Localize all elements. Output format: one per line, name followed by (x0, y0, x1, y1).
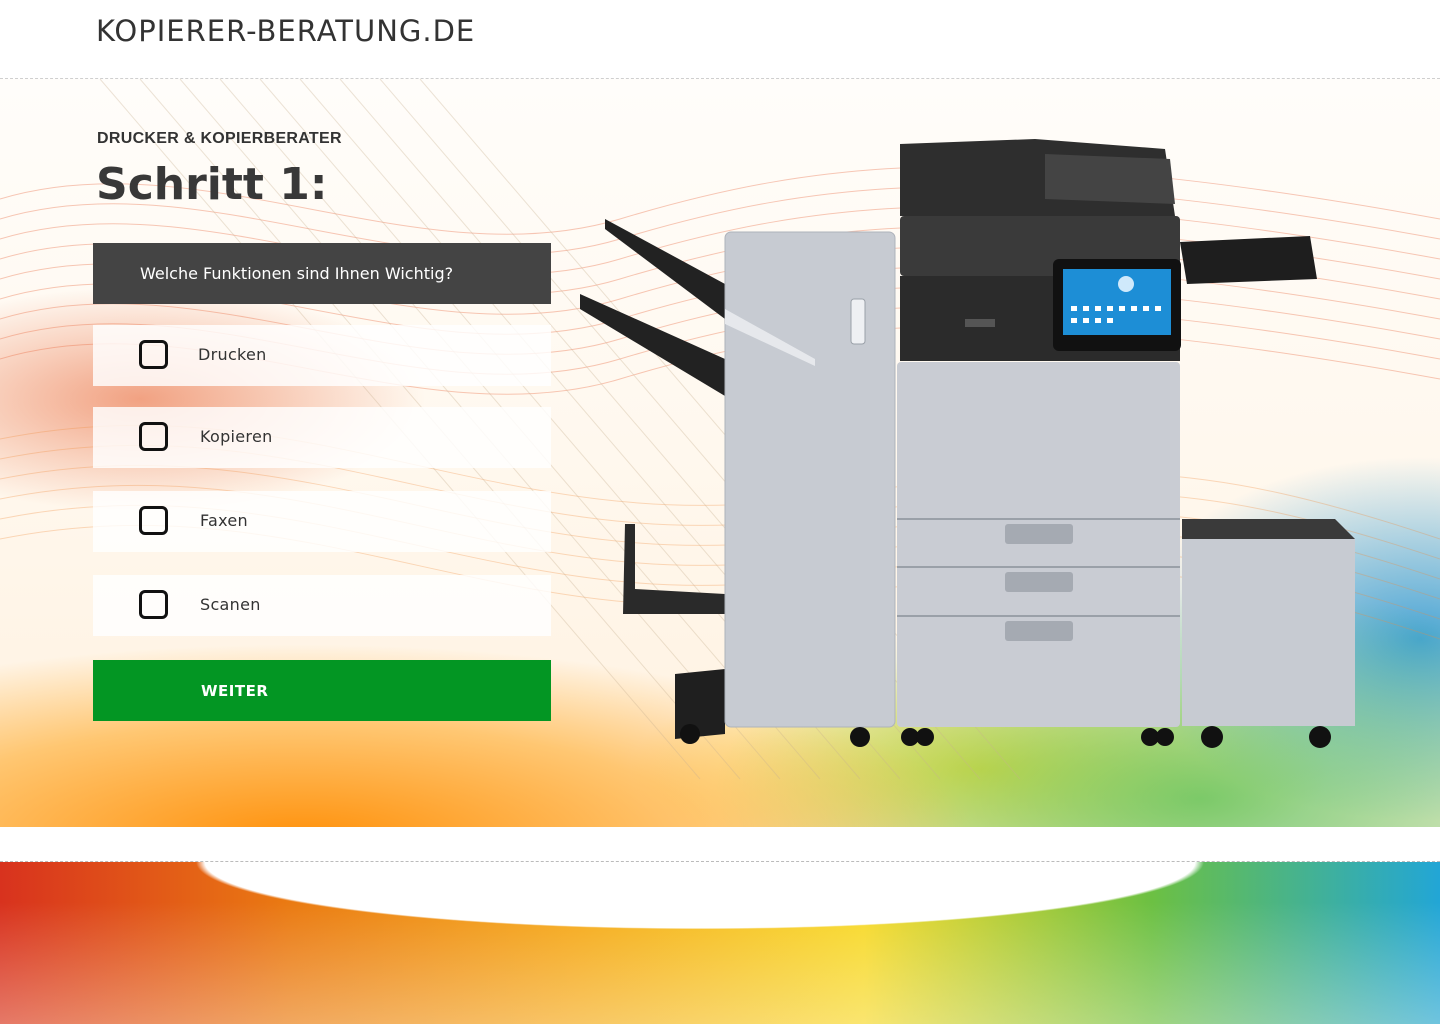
banner-fade (0, 902, 1440, 1024)
paper-feeder-icon (1182, 519, 1355, 748)
hero-section: DRUCKER & KOPIERBERATER Schritt 1: Welch… (0, 79, 1440, 827)
option-faxen[interactable]: Faxen (93, 491, 551, 552)
question-header: Welche Funktionen sind Ihnen Wichtig? (93, 243, 551, 304)
checkbox-scanen[interactable] (139, 590, 168, 619)
checkbox-drucken[interactable] (139, 340, 168, 369)
section-divider (0, 827, 1440, 862)
site-header: KOPIERER-BERATUNG.DE (0, 0, 1440, 79)
touch-panel-icon (1053, 259, 1181, 351)
option-label: Kopieren (200, 427, 273, 446)
finisher-body-icon (724, 231, 896, 747)
step-title: Schritt 1: (96, 159, 328, 210)
copier-machine-image (580, 139, 1355, 748)
checkbox-kopieren[interactable] (139, 422, 168, 451)
option-label: Faxen (200, 511, 248, 530)
site-title-logo[interactable]: KOPIERER-BERATUNG.DE (96, 14, 475, 48)
section-label: DRUCKER & KOPIERBERATER (97, 130, 342, 147)
checkbox-faxen[interactable] (139, 506, 168, 535)
option-label: Scanen (200, 595, 261, 614)
option-label: Drucken (198, 345, 267, 364)
option-scanen[interactable]: Scanen (93, 575, 551, 636)
side-tray-icon (1180, 236, 1317, 284)
finisher-trays-icon (580, 219, 725, 744)
option-drucken[interactable]: Drucken (93, 325, 551, 386)
lower-decorative-banner (0, 862, 1440, 1024)
option-kopieren[interactable]: Kopieren (93, 407, 551, 468)
question-text: Welche Funktionen sind Ihnen Wichtig? (140, 264, 454, 283)
next-button[interactable]: WEITER (93, 660, 551, 721)
paper-drawers-icon (897, 362, 1180, 746)
